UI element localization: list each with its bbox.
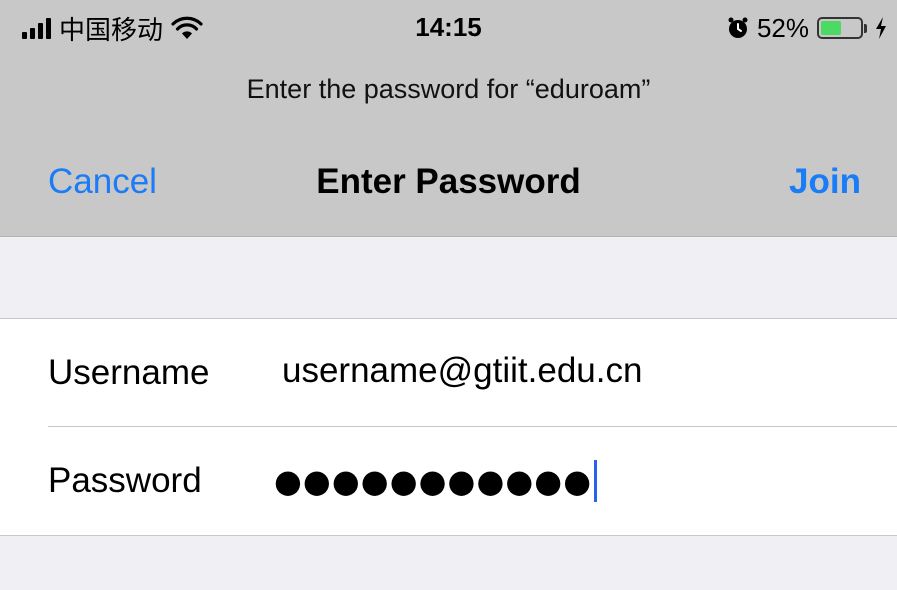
charging-icon [876, 17, 886, 39]
status-bar: 中国移动 14:15 52% [0, 0, 897, 56]
battery-percent: 52% [756, 12, 809, 43]
password-row[interactable]: Password ●●●●●●●●●●● [0, 427, 897, 534]
cancel-button[interactable]: Cancel [48, 162, 157, 202]
alarm-icon [728, 17, 748, 38]
password-prompt: Enter the password for “eduroam” [246, 74, 651, 104]
status-right: 52% [727, 10, 887, 46]
battery-icon [817, 17, 863, 39]
username-label: Username [48, 353, 210, 392]
navigation-bar: Cancel Enter Password Join [0, 150, 897, 220]
credentials-form: Username username@gtiit.edu.cn Password … [0, 318, 897, 536]
battery-fill [821, 21, 841, 35]
header: 中国移动 14:15 52% Enter the password for “e… [0, 0, 897, 237]
battery-tip [864, 23, 867, 33]
username-row[interactable]: Username username@gtiit.edu.cn [0, 319, 897, 427]
text-cursor [594, 460, 598, 502]
join-button[interactable]: Join [789, 162, 861, 202]
username-field[interactable]: username@gtiit.edu.cn [282, 351, 862, 391]
password-dots: ●●●●●●●●●●● [274, 462, 593, 500]
password-field[interactable]: ●●●●●●●●●●● [274, 460, 598, 502]
battery-group [817, 17, 867, 39]
password-label: Password [48, 461, 202, 500]
